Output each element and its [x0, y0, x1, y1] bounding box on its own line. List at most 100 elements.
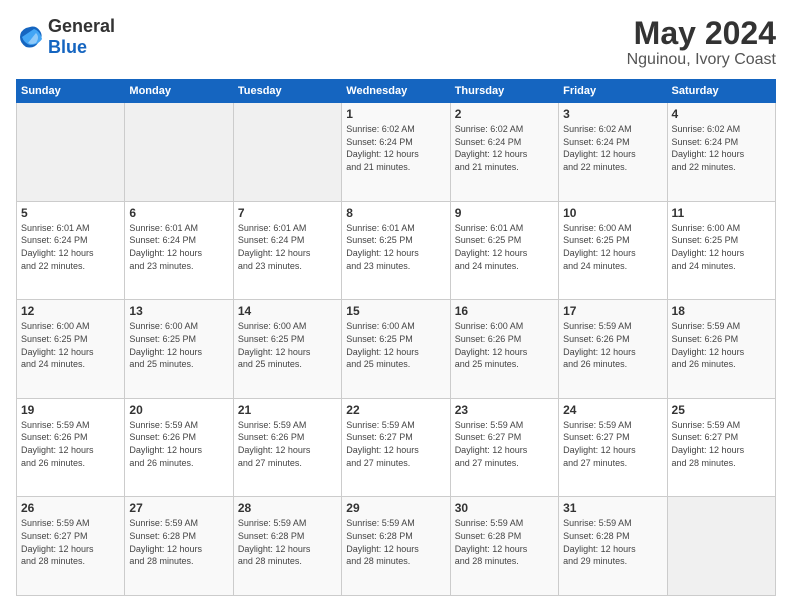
day-number: 6 — [129, 206, 228, 220]
day-info: Sunrise: 5:59 AM Sunset: 6:28 PM Dayligh… — [563, 517, 662, 567]
calendar-cell: 12Sunrise: 6:00 AM Sunset: 6:25 PM Dayli… — [17, 300, 125, 399]
weekday-header-friday: Friday — [559, 80, 667, 103]
month-title: May 2024 — [627, 16, 776, 51]
day-info: Sunrise: 5:59 AM Sunset: 6:26 PM Dayligh… — [563, 320, 662, 370]
calendar-cell: 21 Sunrise: 5:59 AM Sunset: 6:26 PM Dayli… — [233, 398, 341, 497]
day-number: 5 — [21, 206, 120, 220]
day-number: 8 — [346, 206, 445, 220]
calendar-week-4: 19 Sunrise: 5:59 AM Sunset: 6:26 PM Dayli… — [17, 398, 776, 497]
day-number: 24 — [563, 403, 662, 417]
day-info: Sunrise: 6:01 AM Sunset: 6:24 PM Dayligh… — [238, 222, 337, 272]
calendar-cell: 30 Sunrise: 5:59 AM Sunset: 6:28 PM Dayli… — [450, 497, 558, 596]
day-info: Sunrise: 6:01 AM Sunset: 6:25 PM Dayligh… — [455, 222, 554, 272]
weekday-header-monday: Monday — [125, 80, 233, 103]
day-number: 17 — [563, 304, 662, 318]
day-info: Sunrise: 6:00 AM Sunset: 6:26 PM Dayligh… — [455, 320, 554, 370]
day-number: 10 — [563, 206, 662, 220]
day-number: 7 — [238, 206, 337, 220]
day-number: 18 — [672, 304, 771, 318]
weekday-header-wednesday: Wednesday — [342, 80, 450, 103]
day-info: Sunrise: 6:00 AM Sunset: 6:25 PM Dayligh… — [346, 320, 445, 370]
logo-blue: Blue — [48, 37, 87, 57]
calendar-cell: 19 Sunrise: 5:59 AM Sunset: 6:26 PM Dayli… — [17, 398, 125, 497]
calendar-cell: 22 Sunrise: 5:59 AM Sunset: 6:27 PM Dayli… — [342, 398, 450, 497]
calendar-cell — [17, 103, 125, 202]
calendar-cell: 16 Sunrise: 6:00 AM Sunset: 6:26 PM Dayli… — [450, 300, 558, 399]
day-info: Sunrise: 6:00 AM Sunset: 6:25 PM Dayligh… — [129, 320, 228, 370]
day-info: Sunrise: 5:59 AM Sunset: 6:26 PM Dayligh… — [672, 320, 771, 370]
calendar-cell: 24Sunrise: 5:59 AM Sunset: 6:27 PM Dayli… — [559, 398, 667, 497]
calendar-cell: 15Sunrise: 6:00 AM Sunset: 6:25 PM Dayli… — [342, 300, 450, 399]
weekday-header-row: SundayMondayTuesdayWednesdayThursdayFrid… — [17, 80, 776, 103]
day-number: 22 — [346, 403, 445, 417]
day-number: 25 — [672, 403, 771, 417]
day-info: Sunrise: 6:00 AM Sunset: 6:25 PM Dayligh… — [672, 222, 771, 272]
calendar-cell: 14 Sunrise: 6:00 AM Sunset: 6:25 PM Dayli… — [233, 300, 341, 399]
day-number: 20 — [129, 403, 228, 417]
day-info: Sunrise: 6:02 AM Sunset: 6:24 PM Dayligh… — [346, 123, 445, 173]
calendar-cell: 4 Sunrise: 6:02 AM Sunset: 6:24 PM Daylig… — [667, 103, 775, 202]
day-number: 1 — [346, 107, 445, 121]
day-number: 26 — [21, 501, 120, 515]
day-number: 21 — [238, 403, 337, 417]
day-info: Sunrise: 5:59 AM Sunset: 6:27 PM Dayligh… — [21, 517, 120, 567]
calendar-cell: 17 Sunrise: 5:59 AM Sunset: 6:26 PM Dayli… — [559, 300, 667, 399]
weekday-header-tuesday: Tuesday — [233, 80, 341, 103]
logo: General Blue — [16, 16, 115, 58]
logo-general: General — [48, 16, 115, 36]
day-info: Sunrise: 6:02 AM Sunset: 6:24 PM Dayligh… — [563, 123, 662, 173]
calendar-week-3: 12Sunrise: 6:00 AM Sunset: 6:25 PM Dayli… — [17, 300, 776, 399]
weekday-header-thursday: Thursday — [450, 80, 558, 103]
calendar-cell — [125, 103, 233, 202]
day-info: Sunrise: 5:59 AM Sunset: 6:28 PM Dayligh… — [238, 517, 337, 567]
calendar-cell: 18 Sunrise: 5:59 AM Sunset: 6:26 PM Dayli… — [667, 300, 775, 399]
day-number: 9 — [455, 206, 554, 220]
day-info: Sunrise: 6:00 AM Sunset: 6:25 PM Dayligh… — [238, 320, 337, 370]
day-number: 29 — [346, 501, 445, 515]
day-info: Sunrise: 5:59 AM Sunset: 6:27 PM Dayligh… — [672, 419, 771, 469]
calendar-cell: 11Sunrise: 6:00 AM Sunset: 6:25 PM Dayli… — [667, 201, 775, 300]
calendar-cell: 31 Sunrise: 5:59 AM Sunset: 6:28 PM Dayli… — [559, 497, 667, 596]
day-number: 31 — [563, 501, 662, 515]
calendar-cell: 10 Sunrise: 6:00 AM Sunset: 6:25 PM Dayli… — [559, 201, 667, 300]
calendar-week-5: 26 Sunrise: 5:59 AM Sunset: 6:27 PM Dayli… — [17, 497, 776, 596]
calendar-cell: 29Sunrise: 5:59 AM Sunset: 6:28 PM Dayli… — [342, 497, 450, 596]
calendar-cell: 5Sunrise: 6:01 AM Sunset: 6:24 PM Daylig… — [17, 201, 125, 300]
day-number: 4 — [672, 107, 771, 121]
day-info: Sunrise: 5:59 AM Sunset: 6:27 PM Dayligh… — [455, 419, 554, 469]
calendar-cell: 1 Sunrise: 6:02 AM Sunset: 6:24 PM Daylig… — [342, 103, 450, 202]
calendar-cell: 7 Sunrise: 6:01 AM Sunset: 6:24 PM Daylig… — [233, 201, 341, 300]
logo-text: General Blue — [48, 16, 115, 58]
weekday-header-saturday: Saturday — [667, 80, 775, 103]
calendar-cell: 3Sunrise: 6:02 AM Sunset: 6:24 PM Daylig… — [559, 103, 667, 202]
day-number: 14 — [238, 304, 337, 318]
day-info: Sunrise: 6:02 AM Sunset: 6:24 PM Dayligh… — [672, 123, 771, 173]
day-number: 19 — [21, 403, 120, 417]
day-info: Sunrise: 5:59 AM Sunset: 6:26 PM Dayligh… — [238, 419, 337, 469]
calendar-cell: 6Sunrise: 6:01 AM Sunset: 6:24 PM Daylig… — [125, 201, 233, 300]
day-info: Sunrise: 5:59 AM Sunset: 6:26 PM Dayligh… — [21, 419, 120, 469]
logo-icon — [16, 23, 44, 51]
calendar-cell: 28 Sunrise: 5:59 AM Sunset: 6:28 PM Dayli… — [233, 497, 341, 596]
day-info: Sunrise: 6:00 AM Sunset: 6:25 PM Dayligh… — [563, 222, 662, 272]
calendar-cell: 13 Sunrise: 6:00 AM Sunset: 6:25 PM Dayli… — [125, 300, 233, 399]
calendar-week-2: 5 Sunrise: 6:01 AM Sunset: 6:24 PM Daylig… — [17, 201, 776, 300]
day-number: 23 — [455, 403, 554, 417]
day-number: 13 — [129, 304, 228, 318]
calendar-table: SundayMondayTuesdayWednesdayThursdayFrid… — [16, 79, 776, 596]
calendar-cell: 25 Sunrise: 5:59 AM Sunset: 6:27 PM Dayli… — [667, 398, 775, 497]
day-info: Sunrise: 5:59 AM Sunset: 6:28 PM Dayligh… — [129, 517, 228, 567]
day-number: 16 — [455, 304, 554, 318]
page: General Blue May 2024 Nguinou, Ivory Coa… — [0, 0, 792, 612]
day-info: Sunrise: 6:01 AM Sunset: 6:25 PM Dayligh… — [346, 222, 445, 272]
calendar-cell: 23 Sunrise: 5:59 AM Sunset: 6:27 PM Dayli… — [450, 398, 558, 497]
day-number: 28 — [238, 501, 337, 515]
calendar-cell: 26 Sunrise: 5:59 AM Sunset: 6:27 PM Dayli… — [17, 497, 125, 596]
day-number: 30 — [455, 501, 554, 515]
calendar-cell — [667, 497, 775, 596]
header: General Blue May 2024 Nguinou, Ivory Coa… — [16, 16, 776, 69]
day-info: Sunrise: 5:59 AM Sunset: 6:28 PM Dayligh… — [455, 517, 554, 567]
title-block: May 2024 Nguinou, Ivory Coast — [627, 16, 776, 69]
day-info: Sunrise: 5:59 AM Sunset: 6:27 PM Dayligh… — [346, 419, 445, 469]
day-info: Sunrise: 6:02 AM Sunset: 6:24 PM Dayligh… — [455, 123, 554, 173]
